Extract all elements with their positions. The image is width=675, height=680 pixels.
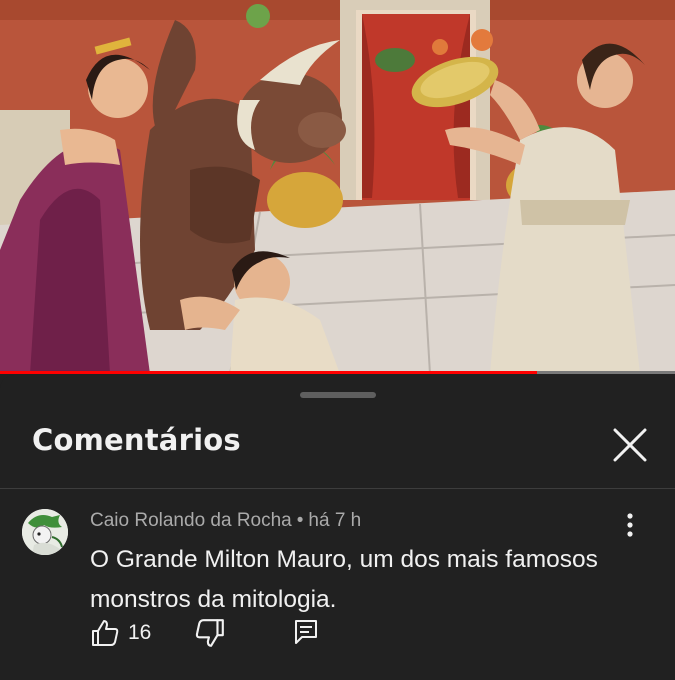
video-progress-fill — [0, 371, 537, 374]
reply-icon — [295, 620, 317, 644]
video-progress-track[interactable] — [0, 371, 675, 374]
comment-item: Caio Rolando da Rocha • há 7 h O Grande Mi… — [0, 489, 675, 680]
video-player[interactable] — [0, 0, 675, 374]
comments-panel: Comentários Caio Rolando da Rocha • há 7 h — [0, 375, 675, 680]
dislike-button[interactable] — [194, 617, 226, 649]
comment-actions: 16 — [90, 617, 390, 651]
avatar[interactable] — [22, 509, 68, 555]
comment-menu-button[interactable] — [618, 511, 642, 539]
meta-separator: • — [296, 510, 304, 531]
close-icon — [613, 428, 647, 462]
panel-title: Comentários — [32, 423, 241, 457]
comment-time: há 7 h — [308, 510, 362, 531]
reply-button[interactable] — [292, 617, 320, 649]
drag-handle[interactable] — [300, 392, 376, 398]
like-count: 16 — [128, 621, 152, 644]
thumbs-down-icon — [195, 619, 224, 647]
close-button[interactable] — [607, 422, 653, 468]
avatar-image — [22, 509, 68, 555]
comment-author[interactable]: Caio Rolando da Rocha — [90, 510, 292, 531]
thumbs-up-icon — [92, 620, 119, 646]
video-frame-illustration — [0, 0, 675, 374]
comment-meta: Caio Rolando da Rocha • há 7 h — [90, 510, 361, 532]
comment-text: O Grande Milton Mauro, um dos mais famos… — [90, 546, 598, 613]
more-vert-icon — [627, 513, 633, 537]
like-button[interactable]: 16 — [90, 617, 151, 649]
